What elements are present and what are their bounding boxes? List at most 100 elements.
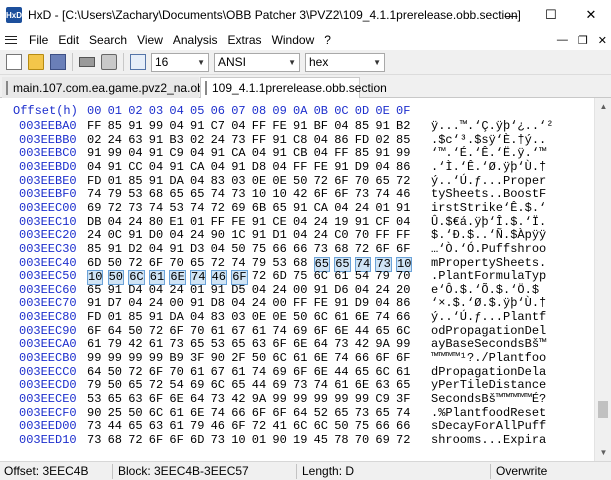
hex-byte[interactable]: 53 (211, 338, 225, 351)
menu-help[interactable]: ? (319, 30, 336, 50)
hex-byte[interactable]: CE (272, 215, 286, 229)
hex-byte[interactable]: 91 (149, 147, 163, 160)
hex-byte[interactable]: 61 (149, 338, 163, 351)
hex-byte[interactable]: 42 (355, 338, 369, 351)
hex-byte[interactable]: 65 (87, 283, 101, 297)
hex-byte[interactable]: 66 (272, 242, 286, 256)
ascii-text[interactable]: ‘×.$.‘Ø.$.ÿþ‘Ù.† (431, 297, 546, 310)
hex-byte[interactable]: 91 (375, 147, 389, 160)
hex-byte[interactable]: C9 (169, 147, 183, 160)
hex-byte[interactable]: 86 (396, 160, 410, 174)
hex-byte[interactable]: 68 (108, 433, 122, 447)
hex-byte[interactable]: 10 (231, 433, 245, 447)
hex-byte[interactable]: CF (375, 215, 389, 229)
ascii-text[interactable]: shrooms...Expira (431, 433, 546, 447)
hex-byte[interactable]: 79 (252, 256, 266, 270)
hex-row[interactable]: 003EED00 73 44 65 63 61 79 46 6F 72 41 6C 6C 50 75 66 66… (0, 420, 594, 433)
hex-byte[interactable]: 04 (293, 229, 307, 242)
hex-byte[interactable]: 66 (355, 352, 369, 365)
hex-byte[interactable]: 72 (108, 201, 122, 215)
hex-byte[interactable]: 6F (314, 324, 328, 338)
hex-byte[interactable]: 70 (355, 229, 369, 242)
hex-byte[interactable]: 99 (272, 393, 286, 406)
hex-byte[interactable]: 79 (108, 188, 122, 201)
hex-byte[interactable]: 04 (293, 215, 307, 229)
hex-byte[interactable]: 69 (272, 379, 286, 392)
hex-byte[interactable]: 10 (252, 188, 266, 201)
hex-byte[interactable]: CA (231, 147, 245, 160)
hex-byte[interactable]: 0E (252, 311, 266, 324)
hex-byte[interactable]: 91 (355, 215, 369, 229)
hex-row[interactable]: 003EED10 73 68 72 6F 6F 6D 73 10 01 90 19 45 78 70 69 72… (0, 433, 594, 447)
hex-byte[interactable]: 73 (87, 420, 101, 433)
hex-byte[interactable]: FD (87, 174, 101, 188)
hex-byte[interactable]: 6F (396, 242, 410, 256)
hex-byte[interactable]: 24 (149, 297, 163, 310)
hex-byte[interactable]: 91 (108, 283, 122, 297)
hex-byte[interactable]: 53 (272, 256, 286, 270)
hex-byte[interactable]: 72 (355, 242, 369, 256)
hex-byte[interactable]: D9 (355, 160, 369, 174)
ascii-text[interactable]: tySheets..BoostF (431, 188, 546, 201)
hex-byte[interactable]: D7 (108, 297, 122, 310)
mdi-close-icon[interactable]: ✕ (598, 34, 607, 47)
hex-byte[interactable]: 72 (149, 379, 163, 392)
hex-byte[interactable]: 04 (396, 215, 410, 229)
hex-byte[interactable]: 79 (375, 270, 389, 283)
hex-byte[interactable]: 91 (87, 297, 101, 310)
hex-byte[interactable]: 85 (128, 311, 142, 324)
hex-byte[interactable]: 83 (211, 174, 225, 188)
hex-byte[interactable]: 75 (293, 270, 307, 283)
hex-byte[interactable]: 24 (375, 283, 389, 297)
hex-byte[interactable]: FF (334, 147, 348, 160)
hex-byte[interactable]: 70 (169, 365, 183, 379)
hex-byte[interactable]: 73 (231, 188, 245, 201)
hex-byte[interactable]: 91 (334, 297, 348, 310)
hex-byte[interactable]: B9 (169, 352, 183, 365)
hex-byte[interactable]: 61 (252, 324, 266, 338)
hex-byte[interactable]: 74 (375, 188, 389, 201)
hex-byte[interactable]: 65 (190, 256, 204, 270)
hex-byte[interactable]: 90 (211, 229, 225, 242)
hex-byte[interactable]: 68 (293, 256, 307, 270)
hex-byte[interactable]: 70 (190, 324, 204, 338)
hex-byte[interactable]: 3F (396, 393, 410, 406)
hex-byte[interactable]: 65 (375, 406, 389, 420)
bytes-per-row-select[interactable]: 16 ▼ (151, 52, 209, 72)
hex-byte[interactable]: 52 (314, 406, 328, 420)
hex-byte[interactable]: 61 (396, 365, 410, 379)
hex-byte[interactable]: 63 (149, 420, 163, 433)
hex-byte[interactable]: 61 (169, 420, 183, 433)
save-icon[interactable] (50, 54, 66, 70)
hex-byte[interactable]: 04 (314, 147, 328, 160)
hex-byte[interactable]: 61 (231, 365, 245, 379)
hex-byte[interactable]: 99 (149, 352, 163, 365)
hex-byte[interactable]: 69 (293, 324, 307, 338)
hex-byte[interactable]: 53 (169, 201, 183, 215)
hex-byte[interactable]: 6F (334, 188, 348, 201)
hex-byte[interactable]: D8 (211, 297, 225, 310)
hex-byte[interactable]: 74 (211, 188, 225, 201)
hex-byte[interactable]: 79 (108, 338, 122, 351)
hex-byte[interactable]: 6F (231, 420, 245, 433)
hex-byte[interactable]: 44 (334, 365, 348, 379)
hex-byte[interactable]: 69 (87, 201, 101, 215)
hex-byte[interactable]: 91 (190, 297, 204, 310)
hex-byte[interactable]: 6F (169, 324, 183, 338)
vertical-scrollbar[interactable]: ▲ ▼ (594, 98, 611, 461)
hex-byte[interactable]: 04 (128, 147, 142, 160)
hex-byte[interactable]: 65 (190, 338, 204, 351)
hex-byte[interactable]: 70 (355, 174, 369, 188)
hex-byte[interactable]: 03 (231, 174, 245, 188)
hex-byte[interactable]: 6C (314, 311, 328, 324)
hex-byte[interactable]: FE (314, 297, 328, 310)
hex-byte[interactable]: 61 (190, 365, 204, 379)
hex-byte[interactable]: 85 (396, 133, 410, 147)
hex-byte[interactable]: 86 (334, 133, 348, 147)
hex-byte[interactable]: 6E (314, 352, 328, 365)
hex-byte[interactable]: 91 (272, 147, 286, 160)
ascii-text[interactable]: ‘™.‘É.‘Ê.‘Ë.ÿ.‘™ (431, 147, 546, 160)
hex-byte[interactable]: 65 (375, 174, 389, 188)
hex-byte[interactable]: 24 (190, 229, 204, 242)
ascii-text[interactable]: sDecayForAllPuff (431, 420, 546, 433)
